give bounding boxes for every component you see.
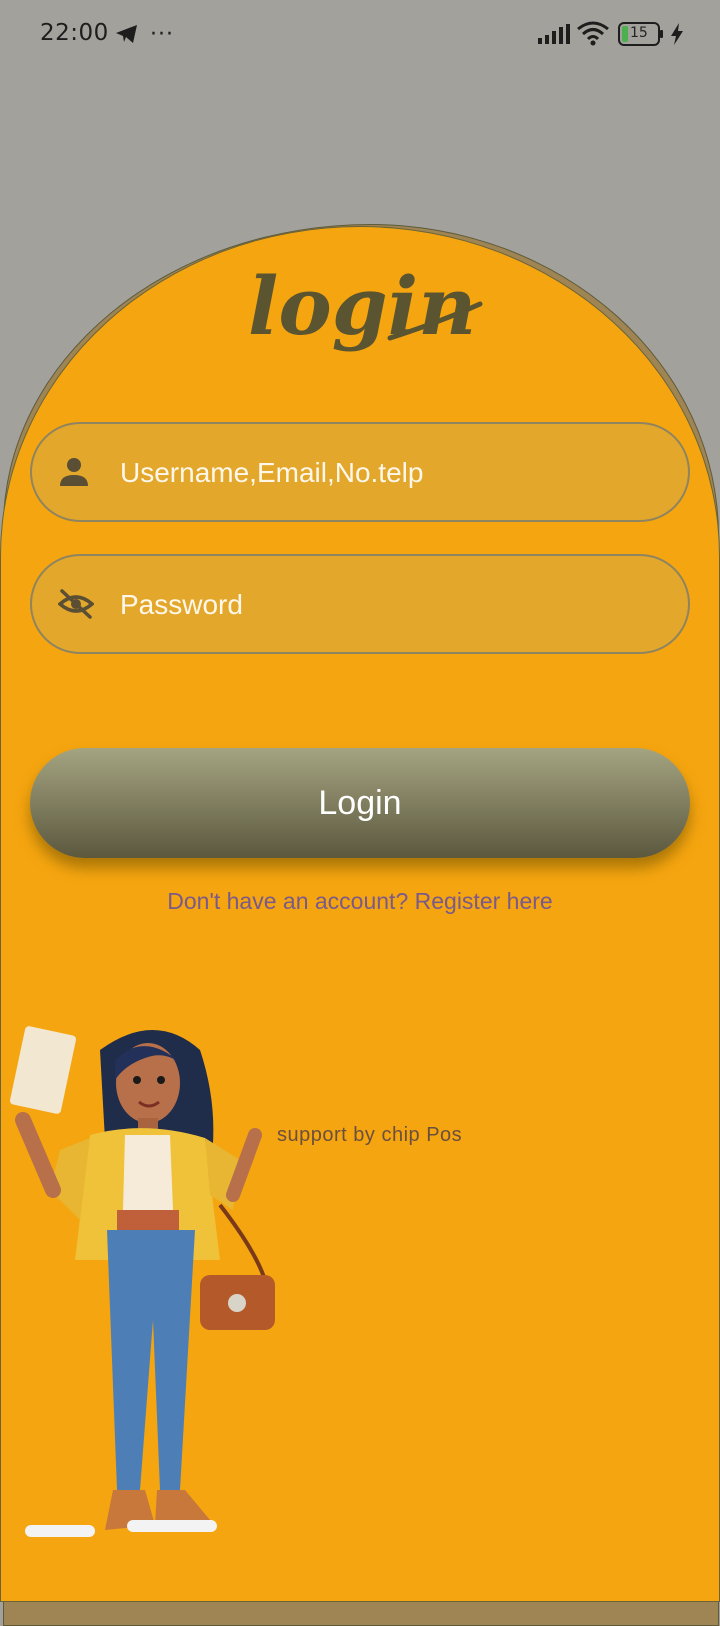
battery-level: 15 [630,25,648,41]
svg-text:login: login [248,262,476,353]
signal-icon [538,24,570,48]
username-field[interactable] [30,422,690,522]
eye-off-icon[interactable] [57,588,95,624]
wifi-icon [576,20,610,50]
character-illustration [9,1026,275,1537]
telegram-icon [115,24,139,48]
more-notifications-icon: ··· [150,22,174,47]
username-input[interactable] [118,424,662,522]
login-button[interactable]: Login [30,748,690,858]
status-time: 22:00 [40,20,109,46]
login-logo: login [248,262,483,353]
person-icon [58,456,90,492]
support-text: support by chip Pos [277,1124,463,1146]
charging-bolt-icon [670,23,684,49]
password-field[interactable] [30,554,690,654]
password-input[interactable] [118,556,662,654]
status-bar: 22:00 ··· 15 [0,0,720,70]
register-link[interactable]: Don't have an account? Register here [0,888,720,915]
